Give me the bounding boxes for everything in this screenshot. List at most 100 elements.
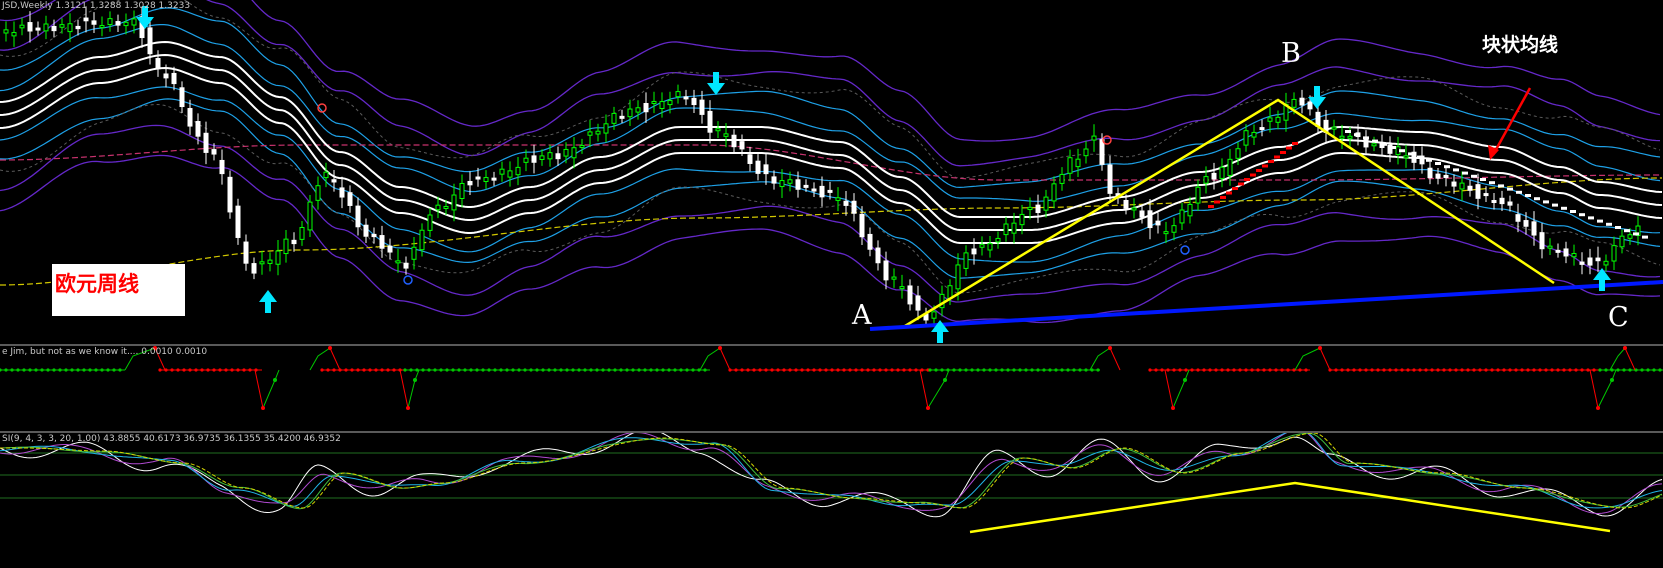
- bear-candle: [1483, 193, 1489, 197]
- green-dot: [1030, 368, 1034, 372]
- green-dot: [46, 368, 50, 372]
- green-dot: [487, 368, 491, 372]
- red-dot: [1202, 368, 1206, 372]
- green-dot: [661, 368, 665, 372]
- green-step-up: [1089, 347, 1111, 371]
- bear-candle: [803, 184, 809, 188]
- red-dot: [1388, 368, 1392, 372]
- red-dot: [362, 368, 366, 372]
- bull-candle: [283, 238, 289, 255]
- bear-candle: [867, 233, 873, 250]
- green-dot: [1042, 368, 1046, 372]
- red-dot: [206, 368, 210, 372]
- red-dot: [1244, 368, 1248, 372]
- bear-candle: [491, 177, 497, 181]
- bull-candle: [1275, 116, 1281, 123]
- red-dot: [1424, 368, 1428, 372]
- bear-candle: [555, 153, 561, 160]
- bear-candle: [971, 248, 977, 255]
- green-step-up: [1294, 347, 1321, 371]
- green-dot: [413, 378, 417, 382]
- green-dot: [58, 368, 62, 372]
- oscillator-divergence-line: [969, 481, 1611, 534]
- bull-candle: [587, 131, 593, 136]
- bear-candle: [235, 205, 241, 238]
- green-dot: [523, 368, 527, 372]
- price-chart-canvas[interactable]: [0, 0, 1663, 344]
- bull-candle: [395, 260, 401, 264]
- bull-candle: [443, 205, 449, 209]
- red-dot: [860, 368, 864, 372]
- bear-candle: [51, 25, 57, 32]
- green-dot: [535, 368, 539, 372]
- red-dot: [326, 368, 330, 372]
- green-dot: [595, 368, 599, 372]
- red-dot: [356, 368, 360, 372]
- green-step-up: [262, 369, 280, 409]
- bull-candle: [459, 182, 465, 200]
- bear-candle: [907, 285, 913, 305]
- bull-candle: [67, 23, 73, 33]
- white-block-ma-segment: [1624, 229, 1630, 233]
- red-dot: [1178, 368, 1182, 372]
- bear-candle: [1587, 257, 1593, 266]
- green-dot: [52, 368, 56, 372]
- red-dot: [848, 368, 852, 372]
- green-dot: [613, 368, 617, 372]
- green-dot: [970, 368, 974, 372]
- bull-candle: [787, 179, 793, 184]
- white-block-ma-segment: [1381, 142, 1387, 146]
- bull-candle: [99, 25, 105, 29]
- bear-candle: [1211, 172, 1217, 180]
- green-dot: [637, 368, 641, 372]
- red-dot: [1318, 346, 1322, 350]
- bear-candle: [1035, 204, 1041, 214]
- red-dot: [1108, 346, 1112, 350]
- bear-candle: [227, 176, 233, 213]
- bear-candle: [1435, 173, 1441, 179]
- red-dot: [770, 368, 774, 372]
- green-dot: [118, 368, 122, 372]
- red-dot: [884, 368, 888, 372]
- price-chart-pane[interactable]: JSD,Weekly 1.3121 1.3288 1.3028 1.3233 欧…: [0, 0, 1663, 344]
- red-dot: [261, 406, 265, 410]
- bear-candle: [1443, 174, 1449, 179]
- bear-candle: [251, 263, 257, 274]
- red-dot: [1466, 368, 1470, 372]
- green-dot: [946, 368, 950, 372]
- green-dot: [1066, 368, 1070, 372]
- red-block-ma-segment: [1208, 205, 1214, 208]
- dot-indicator-pane[interactable]: e Jim, but not as we know it.... 0.0010 …: [0, 346, 1663, 431]
- red-dot: [740, 368, 744, 372]
- white-block-ma-segment: [1606, 222, 1612, 226]
- green-dot: [34, 368, 38, 372]
- bear-candle: [843, 200, 849, 206]
- bear-candle: [211, 149, 217, 155]
- green-dot: [958, 368, 962, 372]
- bull-candle: [323, 171, 329, 179]
- red-dot: [1382, 368, 1386, 372]
- green-dot: [88, 368, 92, 372]
- bull-candle: [603, 123, 609, 134]
- red-dot: [248, 368, 252, 372]
- red-dot: [836, 368, 840, 372]
- red-dot: [896, 368, 900, 372]
- red-dot: [392, 368, 396, 372]
- purple-envelope-band: [0, 0, 1661, 142]
- bear-candle: [219, 159, 225, 175]
- bear-candle: [187, 108, 193, 127]
- white-block-ma-segment: [1525, 194, 1531, 197]
- red-step-down: [1109, 347, 1121, 371]
- green-dot: [28, 368, 32, 372]
- red-dot: [908, 368, 912, 372]
- red-dot: [1406, 368, 1410, 372]
- bull-candle: [651, 100, 657, 104]
- red-dot: [1226, 368, 1230, 372]
- bull-candle: [1235, 148, 1241, 159]
- bull-candle: [1459, 182, 1465, 190]
- green-dot: [1652, 368, 1656, 372]
- red-dot: [1148, 368, 1152, 372]
- oscillator-pane[interactable]: SI(9, 4, 3, 3, 20, 1.00) 43.8855 40.6173…: [0, 433, 1663, 568]
- red-dot: [374, 368, 378, 372]
- red-block-ma-segment: [1280, 151, 1286, 154]
